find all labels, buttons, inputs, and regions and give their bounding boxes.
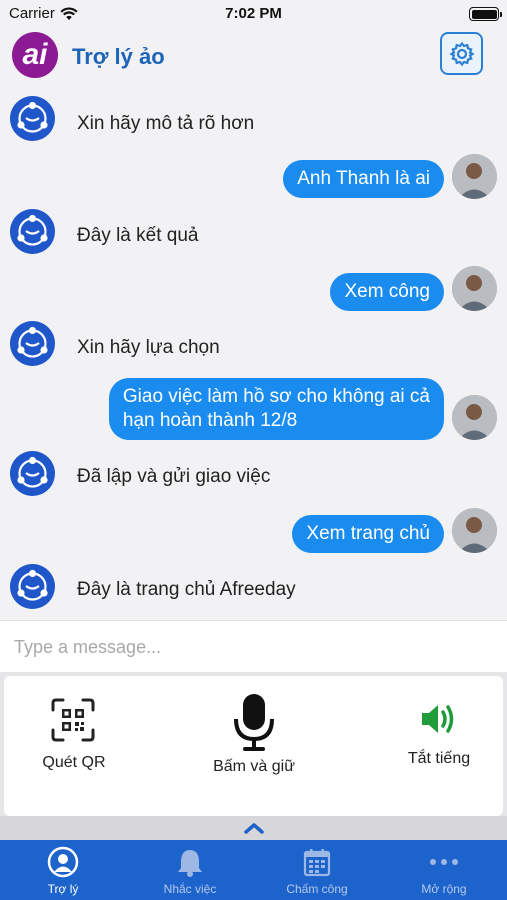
tab-more[interactable]: Mở rộng (381, 840, 507, 900)
quick-actions-card: Quét QR Bấm và giữ Tắt tiếng (4, 676, 503, 816)
user-avatar (452, 154, 497, 199)
bot-avatar (10, 209, 55, 254)
person-icon (47, 846, 79, 878)
user-photo-icon (452, 395, 497, 440)
settings-button[interactable] (440, 32, 483, 75)
page-title: Trợ lý ảo (72, 44, 165, 69)
bot-avatar (10, 321, 55, 366)
bot-logo-icon (17, 101, 48, 133)
bot-message: Xin hãy lựa chọn (77, 337, 220, 358)
user-message-bubble: Anh Thanh là ai (283, 160, 444, 198)
more-dots-icon (428, 846, 460, 878)
push-to-talk-button[interactable]: Bấm và giữ (184, 676, 324, 816)
user-photo-icon (452, 154, 497, 199)
bot-message: Xin hãy mô tả rõ hơn (77, 113, 255, 134)
chat-messages[interactable]: Xin hãy mô tả rõ hơn Anh Thanh là ai Đây… (0, 84, 507, 620)
bot-logo-icon (17, 214, 48, 246)
gear-icon (448, 41, 475, 66)
user-message-bubble: Xem công (330, 273, 444, 311)
bot-avatar (10, 451, 55, 496)
bot-message: Đã lập và gửi giao việc (77, 466, 271, 487)
microphone-icon (234, 694, 274, 751)
speaker-on-icon (422, 705, 454, 733)
bot-logo-icon (17, 456, 48, 488)
chevron-up-icon (243, 823, 264, 834)
user-message-bubble: Giao việc làm hồ sơ cho không ai cả hạn … (108, 378, 444, 440)
calendar-icon (301, 846, 333, 878)
user-message-line: hạn hoàn thành 12/8 (122, 410, 298, 431)
user-avatar (452, 508, 497, 553)
user-avatar (452, 266, 497, 311)
app-header: ai Trợ lý ảo (0, 28, 507, 84)
bot-avatar (10, 564, 55, 609)
app-logo: ai (12, 32, 58, 78)
battery-icon (469, 7, 502, 21)
tab-assistant[interactable]: Trợ lý (0, 840, 126, 900)
status-time: 7:02 PM (225, 5, 282, 22)
collapse-panel-handle[interactable] (0, 816, 507, 840)
user-avatar (452, 395, 497, 440)
bot-message: Đây là kết quả (77, 225, 199, 246)
qr-code-icon (51, 698, 95, 742)
tab-label: Nhắc việc (163, 882, 217, 896)
push-to-talk-label: Bấm và giữ (213, 758, 295, 775)
scan-qr-button[interactable]: Quét QR (4, 676, 144, 816)
bot-message: Đây là trang chủ Afreeday (77, 579, 296, 600)
user-photo-icon (452, 266, 497, 311)
message-input[interactable] (0, 621, 507, 673)
message-input-bar (0, 620, 507, 673)
bot-logo-icon (17, 326, 48, 358)
bot-logo-icon (17, 569, 48, 601)
tab-label: Chấm công (286, 882, 348, 896)
quick-actions-panel: Quét QR Bấm và giữ Tắt tiếng (0, 672, 507, 840)
scan-qr-label: Quét QR (42, 754, 106, 771)
user-message-bubble: Xem trang chủ (292, 515, 444, 553)
tab-timekeeping[interactable]: Chấm công (254, 840, 380, 900)
mute-toggle[interactable]: Tắt tiếng (369, 676, 507, 816)
tab-label: Mở rộng (421, 882, 467, 896)
mute-label: Tắt tiếng (407, 750, 471, 767)
bell-icon (174, 846, 206, 878)
user-message-line: Giao việc làm hồ sơ cho không ai cả (122, 386, 430, 407)
tab-label: Trợ lý (47, 882, 79, 896)
status-bar: Carrier 7:02 PM (0, 0, 507, 28)
tab-reminders[interactable]: Nhắc việc (127, 840, 253, 900)
bot-avatar (10, 96, 55, 141)
user-photo-icon (452, 508, 497, 553)
bottom-tab-bar: Trợ lý Nhắc việc Chấm công Mở rộng (0, 840, 507, 900)
